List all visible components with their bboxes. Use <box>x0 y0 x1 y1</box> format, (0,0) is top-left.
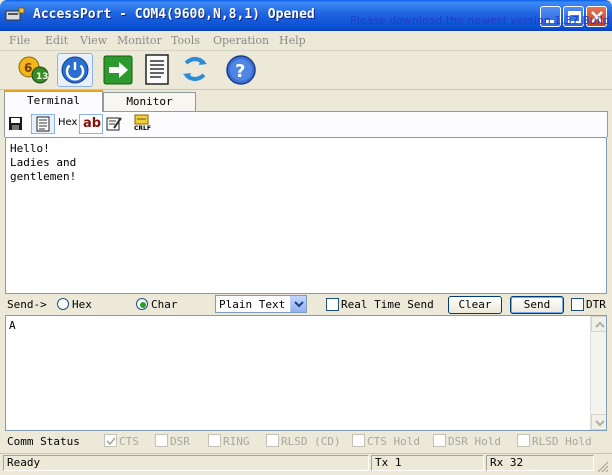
dsr-label: DSR <box>170 435 190 448</box>
crlf-icon[interactable]: CRLF <box>133 114 151 134</box>
svg-text:6: 6 <box>24 61 32 75</box>
dtr-checkbox[interactable] <box>571 298 584 311</box>
send-format-select[interactable]: Plain Text <box>215 295 307 313</box>
text-view-toggle[interactable]: ab <box>79 114 103 134</box>
ab-text-icon: ab <box>83 116 102 131</box>
app-serial-port-icon[interactable] <box>5 7 25 23</box>
char-mode-label[interactable]: Char <box>151 298 178 311</box>
rlsd-label: RLSD (CD) <box>281 435 341 448</box>
ring-label: RING <box>223 435 250 448</box>
hex-view-label[interactable]: Hex <box>58 117 77 128</box>
tab-terminal-label: Terminal <box>27 94 80 107</box>
cts-label: CTS <box>119 435 139 448</box>
ring-checkbox <box>208 434 221 447</box>
tab-monitor-label: Monitor <box>126 95 173 108</box>
menu-monitor[interactable]: Monitor <box>117 34 162 47</box>
send-text-content: A <box>9 319 16 332</box>
save-icon[interactable] <box>8 116 23 131</box>
radio-selected-dot <box>140 302 146 308</box>
menu-view[interactable]: View <box>80 34 107 47</box>
rlsd-hold-label: RLSD Hold <box>532 435 592 448</box>
crlf-label: CRLF <box>134 125 151 132</box>
chevron-up-icon <box>595 321 605 328</box>
menu-edit[interactable]: Edit <box>45 34 68 47</box>
clear-button[interactable]: Clear <box>448 296 502 314</box>
send-label: Send-> <box>7 298 47 311</box>
menu-help[interactable]: Help <box>279 34 306 47</box>
hex-mode-label[interactable]: Hex <box>72 298 92 311</box>
chevron-down-icon <box>294 301 304 308</box>
help-icon[interactable]: ? <box>224 53 260 87</box>
comm-status-label: Comm Status <box>7 435 80 448</box>
hex-grid-icon <box>36 116 50 132</box>
dtr-label[interactable]: DTR <box>586 298 606 311</box>
scroll-up-button[interactable] <box>591 316 606 332</box>
rlsd-hold-checkbox <box>517 434 530 447</box>
dsr-checkbox <box>155 434 168 447</box>
hex-mode-radio[interactable] <box>57 298 69 310</box>
edit-icon[interactable] <box>106 115 123 132</box>
tab-monitor[interactable]: Monitor <box>103 92 196 111</box>
real-time-send-label[interactable]: Real Time Send <box>341 298 434 311</box>
checkmark-icon <box>106 437 116 446</box>
menu-file[interactable]: File <box>9 34 30 47</box>
char-mode-radio[interactable] <box>136 298 148 310</box>
dropdown-arrow-button[interactable] <box>290 296 306 312</box>
cts-hold-label: CTS Hold <box>367 435 420 448</box>
svg-text:13: 13 <box>36 72 49 82</box>
send-text-area[interactable]: A <box>5 315 607 431</box>
connect-arrow-icon[interactable] <box>101 54 137 88</box>
power-icon <box>61 56 89 84</box>
scroll-down-button[interactable] <box>591 414 606 430</box>
real-time-send-checkbox[interactable] <box>326 298 339 311</box>
document-icon[interactable] <box>141 53 177 87</box>
power-button[interactable] <box>57 53 93 87</box>
status-tx: Tx 1 <box>371 455 484 471</box>
menu-tools[interactable]: Tools <box>171 34 200 47</box>
send-format-value: Plain Text <box>219 298 286 311</box>
status-rx: Rx 32 <box>486 455 594 471</box>
hex-view-toggle[interactable] <box>31 114 55 134</box>
resize-grip-icon[interactable] <box>596 460 610 473</box>
port-settings-icon[interactable]: 6 13 <box>16 53 52 87</box>
download-update-link[interactable]: Please download the newest version 1.37 … <box>350 14 612 27</box>
send-button[interactable]: Send <box>510 296 564 314</box>
cts-hold-checkbox <box>352 434 365 447</box>
menu-operation[interactable]: Operation <box>213 34 269 47</box>
cts-checkbox <box>104 434 117 447</box>
dsr-hold-label: DSR Hold <box>448 435 501 448</box>
status-state: Ready <box>3 455 369 471</box>
chevron-down-icon <box>595 420 605 427</box>
tab-terminal[interactable]: Terminal <box>4 90 103 112</box>
refresh-icon[interactable] <box>178 53 214 87</box>
rlsd-checkbox <box>266 434 279 447</box>
svg-text:?: ? <box>235 61 245 82</box>
receive-text-area[interactable]: Hello! Ladies and gentlemen! <box>5 137 607 294</box>
window-title: AccessPort - COM4(9600,N,8,1) Opened <box>33 7 315 22</box>
send-scrollbar[interactable] <box>590 316 606 430</box>
dsr-hold-checkbox <box>433 434 446 447</box>
